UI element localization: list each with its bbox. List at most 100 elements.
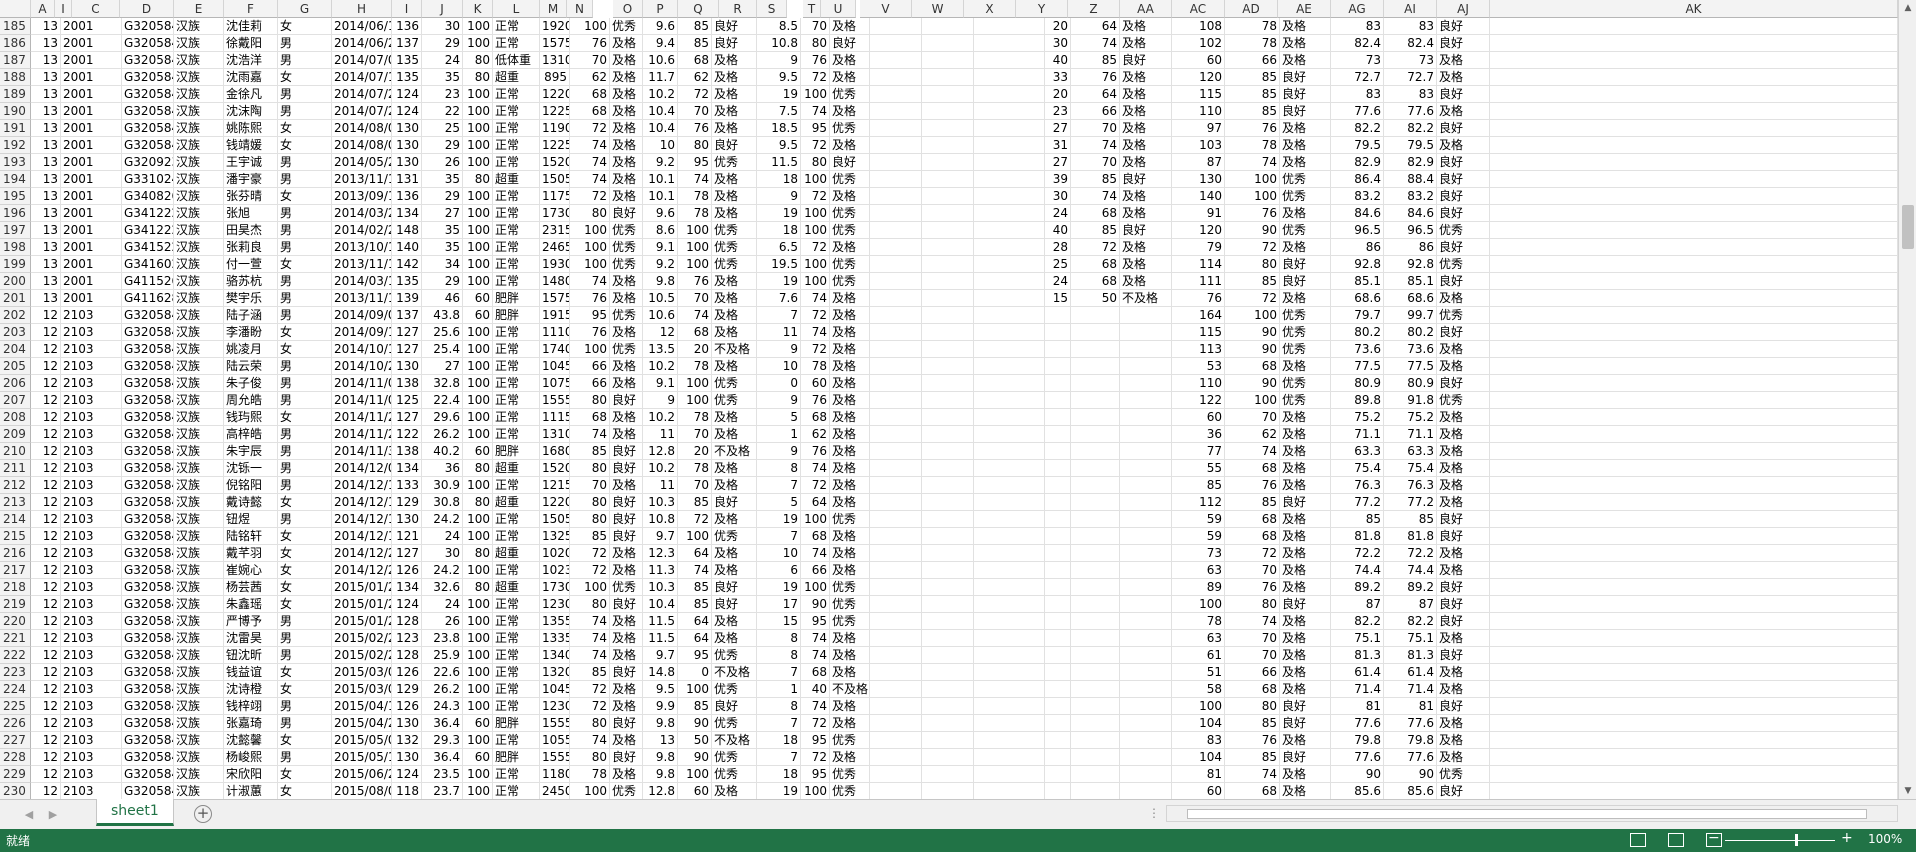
row-header[interactable]: 207 (0, 392, 31, 409)
cell[interactable]: 11 (643, 477, 678, 494)
empty-cell[interactable] (922, 375, 974, 392)
cell[interactable]: 10.6 (643, 52, 678, 69)
cell[interactable]: 女 (278, 409, 332, 426)
cell[interactable]: G3205842 (122, 341, 174, 358)
cell[interactable]: 68 (801, 409, 830, 426)
cell[interactable]: 12 (31, 358, 61, 375)
cell[interactable]: 及格 (610, 120, 643, 137)
cell[interactable]: 130 (1172, 171, 1225, 188)
cell[interactable]: 60 (678, 783, 712, 799)
cell[interactable] (1071, 596, 1120, 613)
cell[interactable]: 陆子涵 (224, 307, 278, 324)
cell[interactable]: 及格 (1280, 613, 1331, 630)
cell[interactable]: 及格 (830, 392, 870, 409)
cell[interactable]: 72 (801, 749, 830, 766)
cell[interactable]: 10 (643, 137, 678, 154)
cell[interactable]: 正常 (493, 477, 540, 494)
cell[interactable]: 11.3 (643, 562, 678, 579)
cell[interactable]: 良好 (1437, 205, 1490, 222)
cell[interactable]: 77.6 (1331, 103, 1384, 120)
cell[interactable]: 85.6 (1384, 783, 1437, 799)
cell[interactable]: 女 (278, 664, 332, 681)
cell[interactable]: 2014/09/14 (332, 324, 392, 341)
cell[interactable]: 2015/03/02 (332, 664, 392, 681)
cell[interactable]: 正常 (493, 409, 540, 426)
cell[interactable]: 17 (757, 596, 801, 613)
cell[interactable]: 优秀 (610, 307, 643, 324)
cell[interactable]: 1230 (540, 596, 570, 613)
cell[interactable]: 8.5 (757, 18, 801, 35)
cell[interactable]: 正常 (493, 273, 540, 290)
cell[interactable]: 及格 (1280, 562, 1331, 579)
empty-cell[interactable] (870, 52, 922, 69)
cell[interactable]: 及格 (610, 613, 643, 630)
empty-cell[interactable] (870, 783, 922, 799)
empty-cell[interactable] (870, 290, 922, 307)
cell[interactable]: 汉族 (174, 426, 224, 443)
cell[interactable]: 36.4 (422, 715, 463, 732)
cell[interactable]: 汉族 (174, 715, 224, 732)
cell[interactable]: 13 (31, 290, 61, 307)
cell[interactable]: 女 (278, 783, 332, 799)
empty-cell[interactable] (974, 375, 1045, 392)
cell[interactable]: 92.8 (1331, 256, 1384, 273)
cell[interactable]: 2103 (61, 511, 122, 528)
cell[interactable]: 及格 (830, 341, 870, 358)
cell[interactable]: 及格 (1280, 239, 1331, 256)
cell[interactable]: 12 (31, 749, 61, 766)
cell[interactable]: 及格 (712, 103, 757, 120)
cell[interactable]: 100 (570, 18, 610, 35)
empty-cell[interactable] (1490, 256, 1898, 273)
cell[interactable]: 80 (570, 460, 610, 477)
cell[interactable] (1045, 375, 1071, 392)
cell[interactable]: 83 (1172, 732, 1225, 749)
cell[interactable]: 12 (31, 477, 61, 494)
cell[interactable]: 良好 (610, 205, 643, 222)
cell[interactable]: 2001 (61, 256, 122, 273)
cell[interactable]: 及格 (1437, 562, 1490, 579)
empty-cell[interactable] (922, 290, 974, 307)
empty-cell[interactable] (974, 460, 1045, 477)
row-header[interactable]: 205 (0, 358, 31, 375)
cell[interactable] (1120, 341, 1172, 358)
cell[interactable]: 9.6 (643, 18, 678, 35)
cell[interactable]: 2014/12/25 (332, 545, 392, 562)
cell[interactable]: 72 (1225, 290, 1280, 307)
cell[interactable]: 73 (1384, 52, 1437, 69)
cell[interactable] (1120, 630, 1172, 647)
cell[interactable]: 76 (1071, 69, 1120, 86)
cell[interactable]: 汉族 (174, 52, 224, 69)
row-header[interactable]: 227 (0, 732, 31, 749)
cell[interactable]: 姚凌月 (224, 341, 278, 358)
cell[interactable]: 78 (1225, 18, 1280, 35)
cell[interactable]: 76.3 (1384, 477, 1437, 494)
cell[interactable]: 72 (570, 681, 610, 698)
cell[interactable]: 1310 (540, 426, 570, 443)
cell[interactable]: 12 (31, 443, 61, 460)
cell[interactable]: 76 (570, 290, 610, 307)
cell[interactable]: 80 (570, 511, 610, 528)
cell[interactable]: 2001 (61, 171, 122, 188)
cell[interactable]: 60 (801, 375, 830, 392)
cell[interactable]: 77.6 (1384, 715, 1437, 732)
cell[interactable] (1120, 426, 1172, 443)
cell[interactable]: 2014/02/22 (332, 222, 392, 239)
cell[interactable]: 130 (392, 715, 422, 732)
cell[interactable]: 超重 (493, 545, 540, 562)
column-header-w[interactable]: W (912, 0, 964, 18)
cell[interactable]: 优秀 (1280, 222, 1331, 239)
cell[interactable]: 90 (1225, 324, 1280, 341)
cell[interactable]: 20 (1045, 18, 1071, 35)
empty-cell[interactable] (1490, 188, 1898, 205)
cell[interactable]: 杨峻熙 (224, 749, 278, 766)
empty-cell[interactable] (1490, 375, 1898, 392)
cell[interactable]: 84.6 (1331, 205, 1384, 222)
cell[interactable]: 汉族 (174, 783, 224, 799)
cell[interactable]: 1520 (540, 460, 570, 477)
cell[interactable]: 10.8 (757, 35, 801, 52)
cell[interactable]: 130 (392, 137, 422, 154)
cell[interactable]: 12 (31, 545, 61, 562)
cell[interactable]: 女 (278, 562, 332, 579)
zoom-slider-knob[interactable] (1795, 834, 1798, 846)
cell[interactable] (1071, 392, 1120, 409)
